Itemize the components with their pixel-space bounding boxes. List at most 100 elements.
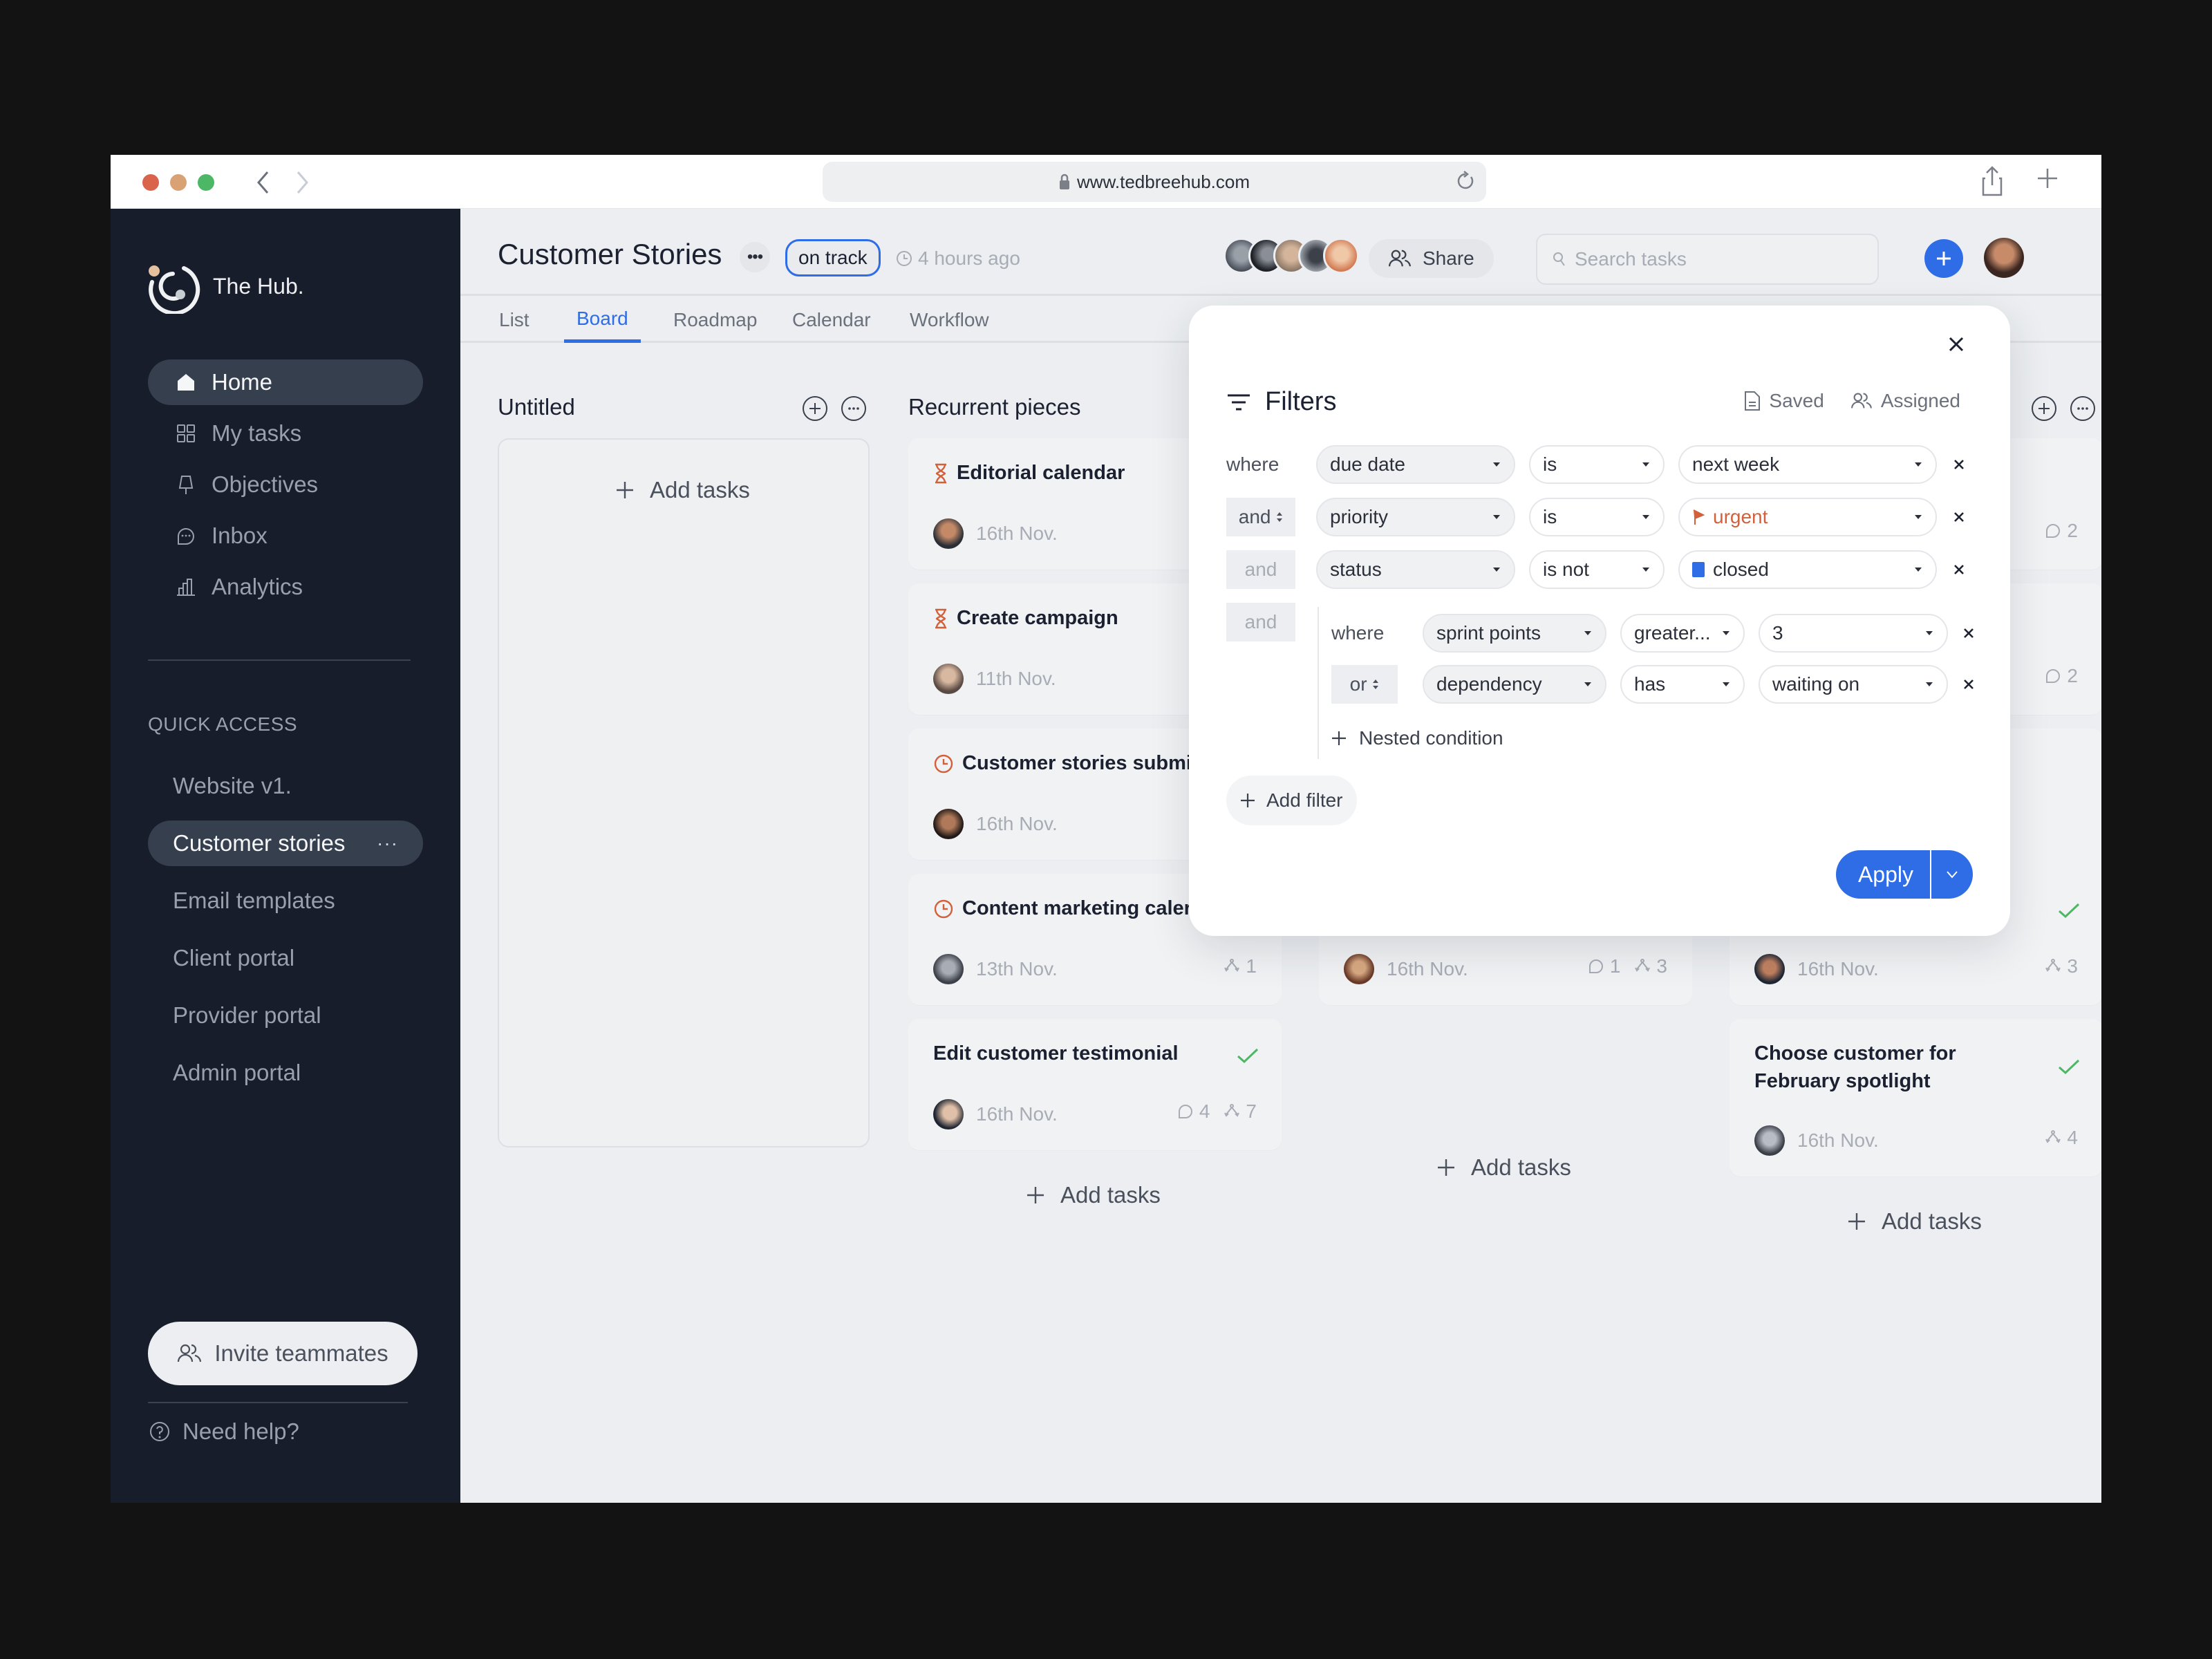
- filter-operator-select[interactable]: greater...: [1620, 614, 1745, 653]
- caret-down-icon: [1493, 462, 1500, 467]
- filter-operator-select[interactable]: has: [1620, 665, 1745, 704]
- search-input[interactable]: [1575, 248, 1851, 270]
- tab-workflow[interactable]: Workflow: [897, 297, 1002, 343]
- filter-value-select[interactable]: closed: [1678, 550, 1937, 589]
- caret-down-icon: [1642, 462, 1649, 467]
- member-avatars[interactable]: [1224, 238, 1359, 274]
- task-title: Edit customer testimonial: [933, 1042, 1179, 1065]
- add-column-task-icon[interactable]: [802, 395, 828, 422]
- tab-list[interactable]: List: [487, 297, 542, 343]
- filter-operator-select[interactable]: is: [1529, 445, 1665, 484]
- subtask-count-value: 7: [1246, 1100, 1257, 1122]
- plus-icon: [1332, 731, 1346, 745]
- add-column-task-icon[interactable]: [2031, 395, 2057, 422]
- filter-conjunction: and: [1226, 550, 1295, 589]
- filter-conjunction: where: [1331, 622, 1385, 644]
- status-badge[interactable]: on track: [785, 239, 881, 276]
- filter-operator-select[interactable]: is not: [1529, 550, 1665, 589]
- filter-conjunction-select[interactable]: and: [1226, 498, 1295, 536]
- nav-item-my-tasks[interactable]: My tasks: [148, 411, 423, 456]
- remove-filter-button[interactable]: [1956, 628, 1981, 639]
- comment-count: 4: [1177, 1100, 1210, 1123]
- task-title-text: Edit customer testimonial: [933, 1042, 1179, 1065]
- address-bar[interactable]: www.tedbreehub.com: [823, 162, 1486, 202]
- quick-access-item-email-templates[interactable]: Email templates: [148, 878, 423, 924]
- add-tasks-button[interactable]: Add tasks: [1026, 1182, 1161, 1208]
- remove-filter-button[interactable]: [1947, 459, 1971, 470]
- assigned-filters-button[interactable]: Assigned: [1850, 390, 1960, 412]
- task-meta: 13th Nov.: [933, 954, 1058, 984]
- column-more-icon[interactable]: [2070, 395, 2096, 422]
- nav-item-analytics[interactable]: Analytics: [148, 564, 423, 610]
- task-card[interactable]: Choose customer for February spotlight 1…: [1730, 1019, 2101, 1177]
- quick-access-item-customer-stories[interactable]: Customer stories ···: [148, 821, 423, 866]
- logo[interactable]: The Hub.: [145, 259, 304, 314]
- filter-value-select[interactable]: next week: [1678, 445, 1937, 484]
- close-modal-button[interactable]: [1941, 329, 1971, 359]
- avatar: [933, 809, 964, 839]
- subtask-count: 3: [2045, 955, 2078, 977]
- comment-icon: [2046, 524, 2061, 538]
- filter-conjunction: and: [1226, 603, 1295, 641]
- add-tasks-button[interactable]: Add tasks: [615, 477, 750, 503]
- add-nested-condition-button[interactable]: Nested condition: [1331, 727, 1503, 749]
- nav-item-home[interactable]: Home: [148, 359, 423, 405]
- comment-count-value: 1: [1609, 955, 1621, 977]
- plus-icon: [2038, 169, 2057, 188]
- select-value: has: [1634, 673, 1666, 695]
- filter-field-select[interactable]: priority: [1316, 498, 1515, 536]
- share-button[interactable]: Share: [1369, 239, 1494, 278]
- task-stats: 4: [2045, 1127, 2078, 1149]
- user-avatar[interactable]: [1984, 238, 2024, 278]
- column-more-icon[interactable]: [841, 395, 867, 422]
- filter-field-select[interactable]: due date: [1316, 445, 1515, 484]
- task-title: Create campaign: [933, 607, 1118, 630]
- task-title: Choose customer for February spotlight: [1754, 1040, 2045, 1095]
- remove-filter-button[interactable]: [1956, 679, 1981, 690]
- minimize-window-button[interactable]: [170, 174, 187, 191]
- filter-field-select[interactable]: status: [1316, 550, 1515, 589]
- add-tasks-button[interactable]: Add tasks: [1847, 1208, 1982, 1235]
- task-title-text: Choose customer for February spotlight: [1754, 1042, 1956, 1092]
- add-tasks-button[interactable]: Add tasks: [1436, 1154, 1571, 1181]
- invite-teammates-button[interactable]: Invite teammates: [148, 1322, 418, 1385]
- reload-icon[interactable]: [1456, 170, 1475, 192]
- forward-button[interactable]: [289, 167, 317, 198]
- filter-field-select[interactable]: dependency: [1423, 665, 1606, 704]
- sort-icon: [1277, 512, 1283, 522]
- filter-operator-select[interactable]: is: [1529, 498, 1665, 536]
- filter-field-select[interactable]: sprint points: [1423, 614, 1606, 653]
- apply-button[interactable]: Apply: [1836, 850, 1931, 899]
- filter-value-select[interactable]: urgent: [1678, 498, 1937, 536]
- task-card[interactable]: Edit customer testimonial 16th Nov. 4 7: [908, 1019, 1282, 1150]
- back-button[interactable]: [249, 167, 276, 198]
- apply-options-button[interactable]: [1931, 850, 1973, 899]
- tab-board[interactable]: Board: [564, 297, 641, 343]
- close-window-button[interactable]: [142, 174, 159, 191]
- quick-access-item-provider-portal[interactable]: Provider portal: [148, 993, 423, 1038]
- filter-conjunction-select[interactable]: or: [1331, 665, 1398, 704]
- add-filter-label: Add filter: [1266, 789, 1343, 811]
- nav-item-inbox[interactable]: Inbox: [148, 513, 423, 559]
- create-button[interactable]: [1924, 239, 1963, 278]
- help-link[interactable]: Need help?: [149, 1418, 299, 1445]
- page-more-button[interactable]: •••: [740, 242, 770, 272]
- new-tab-button[interactable]: [2036, 167, 2059, 193]
- more-options-icon[interactable]: ···: [377, 832, 398, 854]
- nav-item-objectives[interactable]: Objectives: [148, 462, 423, 507]
- maximize-window-button[interactable]: [198, 174, 214, 191]
- quick-access-item-client-portal[interactable]: Client portal: [148, 935, 423, 981]
- tab-roadmap[interactable]: Roadmap: [661, 297, 769, 343]
- filter-value-select[interactable]: waiting on: [1759, 665, 1948, 704]
- quick-access-item-admin-portal[interactable]: Admin portal: [148, 1050, 423, 1096]
- quick-access-item-website[interactable]: Website v1.: [148, 763, 423, 809]
- filter-value-select[interactable]: 3: [1759, 614, 1948, 653]
- saved-filters-button[interactable]: Saved: [1744, 390, 1824, 412]
- share-page-button[interactable]: [1981, 166, 2003, 200]
- tab-calendar[interactable]: Calendar: [780, 297, 883, 343]
- column-body: [498, 438, 870, 1147]
- remove-filter-button[interactable]: [1947, 564, 1971, 575]
- add-filter-button[interactable]: Add filter: [1226, 776, 1357, 825]
- remove-filter-button[interactable]: [1947, 512, 1971, 523]
- hourglass-icon: [935, 463, 946, 483]
